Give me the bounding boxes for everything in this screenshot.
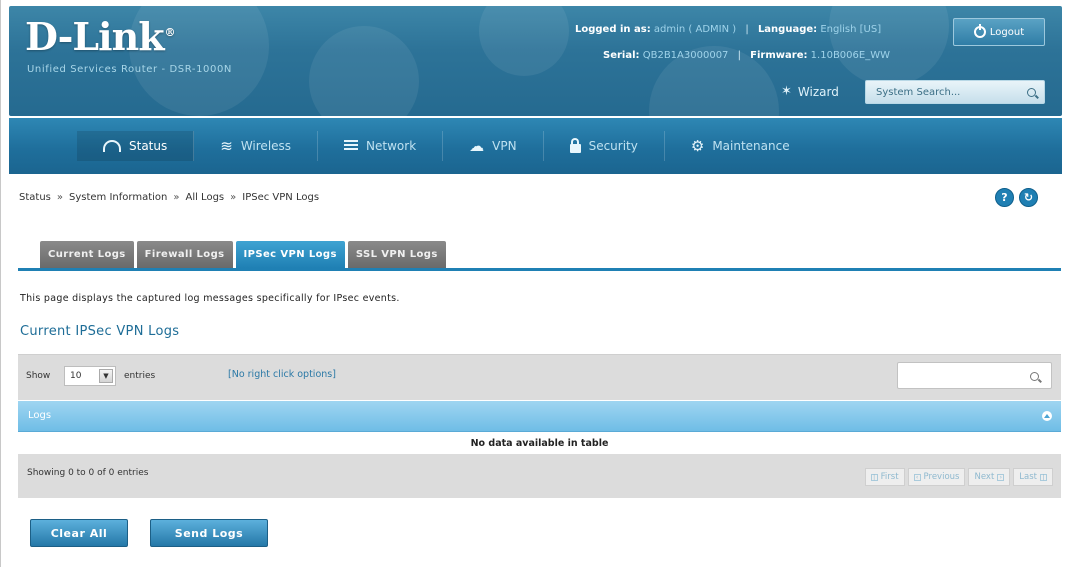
breadcrumb: Status » System Information » All Logs »… [19,192,320,203]
section-title: Current IPSec VPN Logs [20,324,180,339]
system-search-input[interactable]: System Search... [865,80,1045,104]
breadcrumb-system-information[interactable]: System Information [69,192,167,203]
previous-page-button[interactable]: ‹ Previous [907,468,966,486]
next-page-button[interactable]: Next › [968,468,1011,486]
main-nav: Status ≋ Wireless Network ☁ VPN Security… [9,118,1062,174]
nav-wireless[interactable]: ≋ Wireless [194,131,319,161]
network-icon [344,140,359,152]
entries-select[interactable]: 10 ▼ [64,366,116,386]
show-label: Show [26,371,51,381]
logout-button[interactable]: Logout [953,18,1045,46]
next-arrow-icon: › [997,473,1005,481]
cloud-icon: ☁ [469,136,485,155]
refresh-icon[interactable]: ↻ [1019,188,1038,207]
wand-icon: ✶ [781,84,792,99]
page-frame: D-Link® Unified Services Router - DSR-10… [0,0,1069,567]
logged-in-user: admin ( ADMIN ) [653,24,737,35]
page-description: This page displays the captured log mess… [20,293,400,304]
power-icon [973,24,986,38]
device-info: Serial: QB2B1A3000007 | Firmware: 1.10B0… [603,50,890,61]
last-arrow-icon: | [1040,473,1047,481]
gauge-icon [103,140,121,152]
last-page-button[interactable]: Last | [1013,468,1053,486]
right-click-note: [No right click options] [228,369,336,380]
table-header: Logs [18,401,1061,432]
tab-underline [18,268,1061,271]
header-banner: D-Link® Unified Services Router - DSR-10… [9,6,1062,116]
tab-ssl-vpn-logs[interactable]: SSL VPN Logs [347,241,446,268]
nav-status[interactable]: Status [77,131,195,161]
pagination: | First ‹ Previous Next › Last | [864,468,1053,486]
breadcrumb-all-logs[interactable]: All Logs [185,192,224,203]
log-tabs: Current Logs Firewall Logs IPSec VPN Log… [40,241,446,268]
send-logs-button[interactable]: Send Logs [150,519,268,547]
help-icon[interactable]: ? [995,188,1014,207]
sort-icon[interactable] [1042,411,1052,421]
tab-ipsec-vpn-logs[interactable]: IPSec VPN Logs [235,241,345,268]
tab-firewall-logs[interactable]: Firewall Logs [136,241,233,268]
chevron-down-icon: ▼ [99,369,113,383]
nav-network[interactable]: Network [318,131,444,161]
column-header-logs[interactable]: Logs [28,410,51,421]
nav-security[interactable]: Security [544,131,665,161]
entries-label: entries [124,371,156,381]
showing-entries: Showing 0 to 0 of 0 entries [27,468,149,478]
tab-current-logs[interactable]: Current Logs [40,241,134,268]
clear-all-button[interactable]: Clear All [30,519,128,547]
previous-arrow-icon: ‹ [913,473,921,481]
gears-icon: ⚙ [690,136,705,155]
search-icon [1030,372,1039,381]
breadcrumb-ipsec-vpn-logs: IPSec VPN Logs [242,192,320,203]
table-toolbar: Show 10 ▼ entries [No right click option… [18,354,1061,400]
dlink-logo: D-Link® [25,14,176,59]
serial-value: QB2B1A3000007 [642,50,729,61]
nav-maintenance[interactable]: ⚙ Maintenance [665,131,816,161]
first-page-button[interactable]: | First [864,468,905,486]
table-empty-row: No data available in table [18,432,1061,454]
firmware-value: 1.10B006E_WW [810,50,890,61]
wizard-link[interactable]: ✶ Wizard [781,84,839,99]
table-footer: Showing 0 to 0 of 0 entries | First ‹ Prev… [18,454,1061,498]
help-buttons: ? ↻ [995,188,1038,207]
session-info: Logged in as: admin ( ADMIN ) | Language… [575,24,882,35]
product-subtitle: Unified Services Router - DSR-1000N [27,64,232,75]
language-link[interactable]: English [US] [820,24,881,35]
search-icon [1027,87,1036,97]
wifi-icon: ≋ [220,136,233,155]
lock-icon [569,138,581,153]
nav-vpn[interactable]: ☁ VPN [443,131,544,161]
first-arrow-icon: | [870,473,878,481]
table-search-input[interactable] [897,362,1052,389]
breadcrumb-status[interactable]: Status [19,192,51,203]
